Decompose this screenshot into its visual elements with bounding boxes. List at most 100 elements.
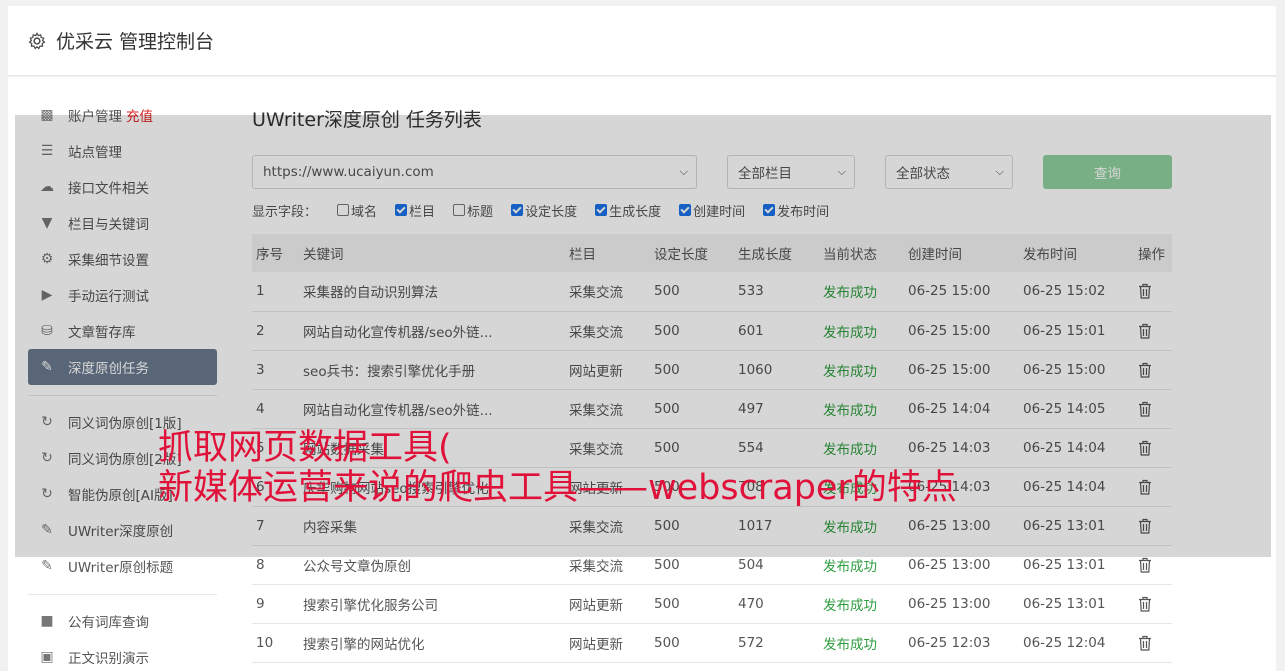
checkbox-checked-icon[interactable]	[395, 204, 408, 216]
column-header: 生成长度	[734, 234, 819, 272]
sidebar-item-label: 采集细节设置	[68, 253, 149, 269]
refresh-icon: ↻	[41, 450, 53, 466]
trash-icon[interactable]	[1138, 362, 1152, 378]
table-cell: 06-25 13:00	[904, 545, 1019, 585]
field-checkbox[interactable]: 生成长度	[595, 201, 661, 220]
action-cell	[1134, 350, 1172, 390]
field-checkbox-label: 创建时间	[693, 204, 746, 220]
sidebar-item[interactable]: ▩ 账户管理 充值	[28, 97, 217, 133]
table-cell: 1017	[734, 506, 819, 546]
trash-icon[interactable]	[1138, 557, 1152, 573]
column-header: 发布时间	[1019, 234, 1134, 272]
bar-chart-icon: ▩	[40, 107, 54, 123]
display-fields: 显示字段： 域名 栏目 标题 设定长度 生成长度 创建时间 发布时间	[252, 200, 1172, 220]
checkbox-checked-icon[interactable]	[763, 204, 776, 216]
trash-icon[interactable]	[1138, 596, 1152, 612]
field-checkbox[interactable]: 创建时间	[679, 201, 745, 220]
sidebar-item[interactable]: ☰ 站点管理	[28, 133, 217, 169]
table-row: 6 庆华购物网站seo搜索引擎优化 网站更新 500 708 发布成功 06-25 14:0…	[252, 467, 1172, 507]
table-cell: 06-25 15:00	[904, 272, 1019, 312]
edit-icon: ✎	[41, 359, 53, 375]
column-select[interactable]: 全部栏目 ⌵	[727, 155, 855, 189]
table-cell: 06-25 14:05	[1019, 389, 1134, 429]
query-button[interactable]: 查询	[1043, 155, 1172, 189]
field-checkbox[interactable]: 发布时间	[763, 201, 829, 220]
table-cell: 500	[650, 428, 734, 468]
sidebar-item-label: UWriter原创标题	[68, 560, 174, 576]
trash-icon[interactable]	[1138, 323, 1152, 339]
checkbox-unchecked-icon[interactable]	[337, 204, 350, 216]
trash-icon[interactable]	[1138, 401, 1152, 417]
table-cell: 06-25 14:03	[904, 428, 1019, 468]
book-icon: ■	[40, 613, 54, 629]
sidebar-item-label: 正文识别演示	[68, 651, 149, 667]
sidebar-item[interactable]: ✎ UWriter原创标题	[28, 548, 217, 584]
field-checkbox-label: 域名	[351, 204, 378, 220]
table-row: 1 采集器的自动识别算法 采集交流 500 533 发布成功 06-25 15:00 06-2…	[252, 272, 1172, 312]
table-cell: 497	[734, 389, 819, 429]
sidebar-item-label: 公有词库查询	[68, 615, 149, 631]
sidebar-item-label: 同义词伪原创[2版]	[68, 452, 182, 468]
app-title: 优采云 管理控制台	[56, 31, 215, 53]
table-cell: 内容采集	[299, 506, 565, 546]
checkbox-checked-icon[interactable]	[511, 204, 524, 216]
edit-icon: ✎	[41, 522, 53, 538]
checkbox-unchecked-icon[interactable]	[453, 204, 466, 216]
monitor-icon: ▣	[40, 649, 54, 665]
trash-icon[interactable]	[1138, 635, 1152, 651]
table-row: 4 网站自动化宣传机器/seo外链... 采集交流 500 497 发布成功 06-25 1…	[252, 389, 1172, 429]
table-row: 5 网站数据采集 采集交流 500 554 发布成功 06-25 14:03 06-25 14…	[252, 428, 1172, 468]
sidebar-item[interactable]: ⛁ 文章暂存库	[28, 313, 217, 349]
checkbox-checked-icon[interactable]	[679, 204, 692, 216]
trash-icon[interactable]	[1138, 283, 1152, 299]
table-cell: 500	[650, 311, 734, 351]
sidebar-item[interactable]: ▼ 栏目与关键词	[28, 205, 217, 241]
table-cell: 采集器的自动识别算法	[299, 272, 565, 312]
filter-bar: https://www.ucaiyun.com ⌵ 全部栏目 ⌵ 全部状态 ⌵ …	[252, 155, 1172, 189]
sidebar-item[interactable]: ✎ 深度原创任务	[28, 349, 217, 385]
table-cell: 庆华购物网站seo搜索引擎优化	[299, 467, 565, 507]
sidebar-item[interactable]: ▣ 正文识别演示	[28, 639, 217, 671]
table-cell: 504	[734, 545, 819, 585]
sidebar-item[interactable]: ■ 公有词库查询	[28, 603, 217, 639]
table-cell: 发布成功	[819, 428, 904, 468]
table-cell: 06-25 14:04	[1019, 428, 1134, 468]
table-cell: 1	[252, 272, 299, 312]
field-checkbox[interactable]: 栏目	[395, 201, 435, 220]
sidebar-item[interactable]: ☁ 接口文件相关	[28, 169, 217, 205]
sidebar-item[interactable]: ↻ 同义词伪原创[2版]	[28, 440, 217, 476]
table-cell: 06-25 15:00	[1019, 350, 1134, 390]
sidebar-item[interactable]: ⚙ 采集细节设置	[28, 241, 217, 277]
status-select[interactable]: 全部状态 ⌵	[885, 155, 1013, 189]
table-cell: 10	[252, 623, 299, 663]
checkbox-checked-icon[interactable]	[595, 204, 608, 216]
site-select[interactable]: https://www.ucaiyun.com ⌵	[252, 155, 697, 189]
sidebar-item[interactable]: ↻ 智能伪原创[AI版]	[28, 476, 217, 512]
table-cell: 06-25 12:03	[904, 623, 1019, 663]
table-cell: 发布成功	[819, 272, 904, 312]
sidebar-item-label: 文章暂存库	[68, 325, 136, 341]
trash-icon[interactable]	[1138, 518, 1152, 534]
recharge-link[interactable]: 充值	[126, 105, 153, 125]
table-cell: 6	[252, 467, 299, 507]
table-cell: 采集交流	[565, 311, 650, 351]
main-panel: ▩ 账户管理 充值 ☰ 站点管理 ☁ 接口文件相关 ▼ 栏目与关键词 ⚙ 采集细节设置 ▶ 手动运行测试…	[8, 77, 1276, 671]
sidebar-item[interactable]: ✎ UWriter深度原创	[28, 512, 217, 548]
table-cell: 06-25 14:04	[1019, 467, 1134, 507]
table-row: 9 搜索引擎优化服务公司 网站更新 500 470 发布成功 06-25 13:00 06-2…	[252, 584, 1172, 624]
play-circle-icon: ▶	[41, 287, 53, 303]
sidebar-item-label: 栏目与关键词	[68, 217, 149, 233]
chevron-down-icon: ⌵	[995, 165, 1004, 178]
field-checkbox[interactable]: 域名	[337, 201, 377, 220]
field-checkbox[interactable]: 标题	[453, 201, 493, 220]
field-checkbox[interactable]: 设定长度	[511, 201, 577, 220]
trash-icon[interactable]	[1138, 479, 1152, 495]
table-cell: 8	[252, 545, 299, 585]
sidebar-item-label: 同义词伪原创[1版]	[68, 416, 182, 432]
sidebar-item[interactable]: ↻ 同义词伪原创[1版]	[28, 404, 217, 440]
table-row: 8 公众号文章伪原创 采集交流 500 504 发布成功 06-25 13:00 06-25 …	[252, 545, 1172, 585]
sidebar-item-label: 接口文件相关	[68, 181, 149, 197]
sidebar-item[interactable]: ▶ 手动运行测试	[28, 277, 217, 313]
sidebar-item-label: 深度原创任务	[68, 361, 149, 377]
trash-icon[interactable]	[1138, 440, 1152, 456]
